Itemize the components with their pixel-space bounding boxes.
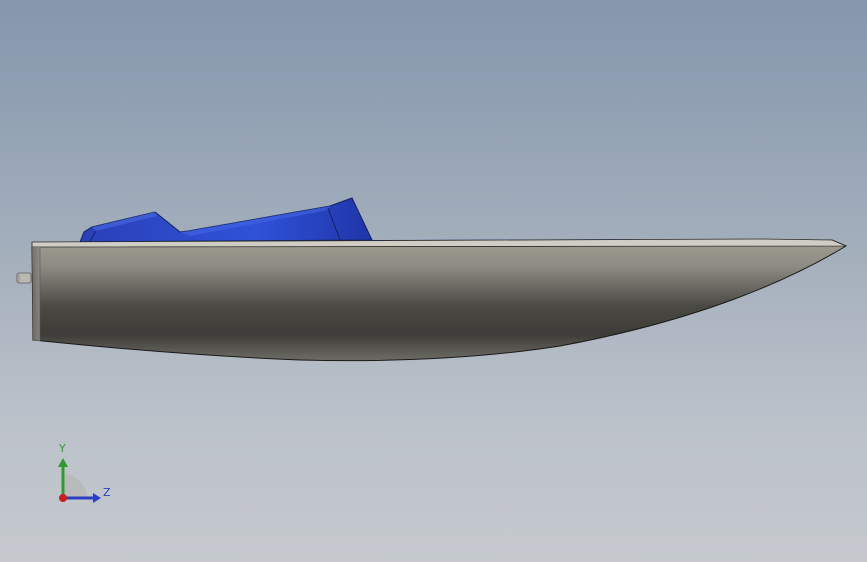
hull bbox=[31, 238, 848, 362]
reference-triad[interactable]: Y Z bbox=[40, 440, 120, 510]
deck-superstructure bbox=[79, 197, 760, 243]
triad-plane-disc bbox=[63, 474, 87, 498]
y-axis-label: Y bbox=[59, 442, 66, 455]
y-axis-arrow bbox=[58, 458, 68, 467]
z-axis-label: Z bbox=[103, 486, 111, 499]
boat-model[interactable] bbox=[0, 0, 867, 562]
stern-shaft bbox=[16, 272, 32, 284]
z-axis-arrow bbox=[93, 493, 101, 503]
graphics-viewport[interactable]: Y Z bbox=[0, 0, 867, 562]
triad-origin-x-axis bbox=[59, 494, 67, 502]
triad-axes bbox=[58, 458, 101, 503]
